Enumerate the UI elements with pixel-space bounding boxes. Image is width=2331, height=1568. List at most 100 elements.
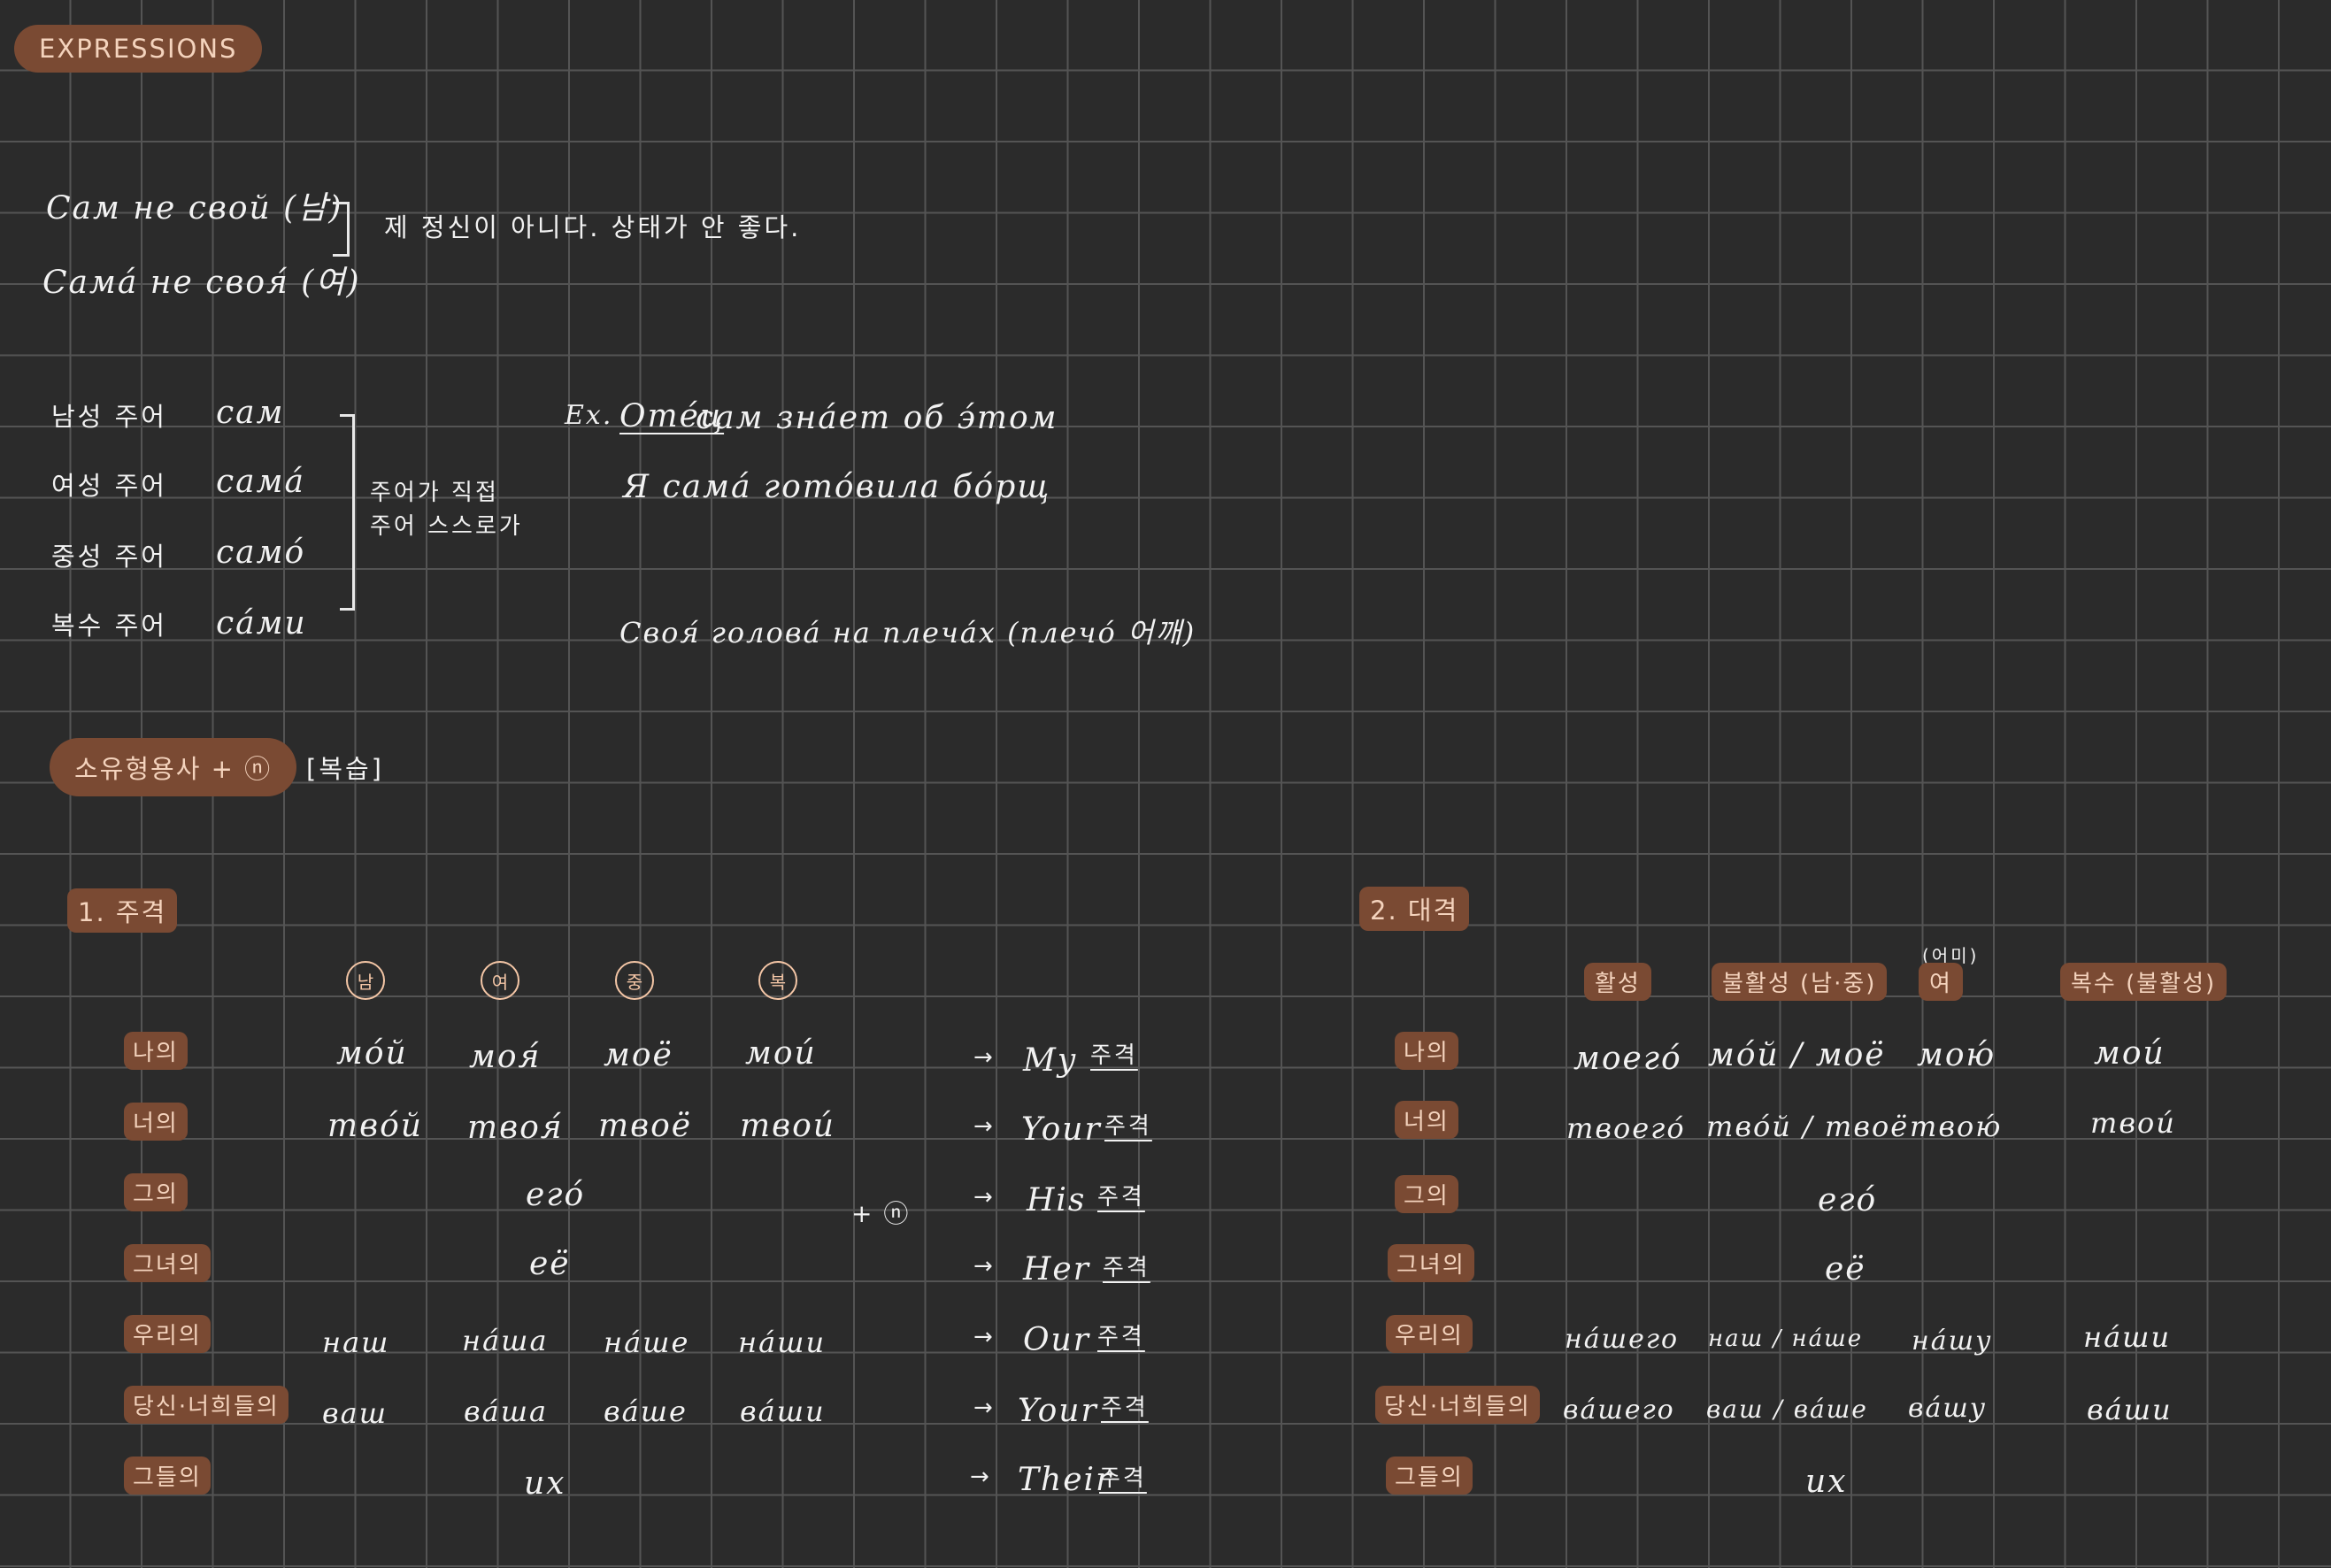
english-gloss: His [1027,1182,1087,1218]
english-gloss: Our [1023,1322,1090,1358]
form-cell: твою́ [1910,1110,2003,1143]
sam-bracket [340,414,355,611]
plus-noun: + ⓝ [851,1199,911,1228]
example-prefix: Ex. [565,400,613,431]
sam-form: сама́ [216,464,305,500]
form-cell: ва́ши [2087,1393,2173,1426]
row-label: 그녀의 [124,1244,211,1282]
example-1: сам зна́ет об э́том [696,400,1058,436]
sam-label: 복수 주어 [51,611,167,641]
sam-form: са́ми [216,605,307,642]
case-word: 주격 [1101,1395,1149,1421]
arrow-icon: → [973,1184,995,1211]
form-cell: на́ше [604,1326,690,1359]
expressions-badge: EXPRESSIONS [14,25,263,73]
form-cell: наш [322,1326,390,1359]
case-word: 주격 [1097,1184,1145,1211]
form-cell: на́шего [1565,1324,1680,1355]
form-cell: наш / на́ше [1708,1326,1864,1352]
gender-header-neut: 중 [615,961,654,1000]
row-label: 당신·너희들의 [124,1386,288,1424]
arrow-icon: → [973,1253,995,1280]
row-label: 그들의 [124,1457,211,1495]
row-label: 그녀의 [1388,1244,1474,1282]
expression-meaning: 제 정신이 아니다. 상태가 안 좋다. [384,212,802,242]
nominative-title: 1. 주격 [67,888,178,933]
accusative-title: 2. 대격 [1359,887,1470,931]
sam-label: 남성 주어 [51,402,167,432]
form-cell: мо́й [336,1035,408,1072]
form-cell: ва́ши [740,1395,826,1428]
form-cell: на́ша [462,1324,549,1357]
expression-masc: Сам не свой (남) [46,190,343,227]
form-cell: тво́й [327,1108,423,1144]
form-cell: моего́ [1573,1041,1682,1077]
form-cell: их [524,1465,566,1502]
form-cell: её [529,1246,571,1282]
arrow-icon: → [973,1113,995,1140]
form-cell: моя́ [469,1039,542,1075]
case-word: 주격 [1090,1042,1138,1069]
case-word: 주격 [1097,1324,1145,1350]
sam-form: само́ [216,534,306,571]
form-cell: её [1825,1251,1866,1287]
example-2: Я сама́ гото́вила бо́рщ [623,469,1051,505]
row-label: 우리의 [1386,1315,1473,1353]
case-word: 주격 [1103,1255,1150,1281]
form-cell: ваш / ва́ше [1706,1395,1868,1424]
row-label: 나의 [124,1032,188,1070]
form-cell: тво́й / твоё [1706,1110,1910,1143]
form-cell: ва́ша [464,1395,549,1428]
form-cell: на́ши [2083,1320,2172,1354]
form-cell: твоя́ [467,1110,564,1146]
form-cell: мои́ [2094,1035,2166,1072]
row-label: 너의 [1395,1101,1458,1139]
form-cell: твоё [598,1108,693,1144]
form-cell: на́шу [1912,1326,1993,1357]
english-gloss: Your [1021,1111,1102,1148]
row-label: 당신·너희들의 [1375,1386,1540,1424]
row-label: 너의 [124,1103,188,1141]
row-label: 나의 [1395,1032,1458,1070]
form-cell: его́ [1818,1182,1878,1218]
acc-col-header: 활성 [1584,963,1651,1001]
form-cell: его́ [526,1177,586,1213]
sam-form: сам [216,395,285,431]
sam-label: 중성 주어 [51,542,167,572]
acc-col-header: 불활성 (남·중) [1712,963,1888,1001]
row-label: 그들의 [1386,1457,1473,1495]
expression-bracket [333,202,350,257]
arrow-icon: → [970,1464,991,1490]
form-cell: их [1805,1464,1848,1500]
form-cell: твои́ [2090,1106,2176,1140]
form-cell: ва́ше [604,1395,688,1428]
english-gloss: Your [1018,1393,1098,1429]
expression-fem: Сама́ не своя́ (여) [42,265,361,301]
acc-col-header: 복수 (불활성) [2060,963,2227,1001]
arrow-icon: → [973,1324,995,1350]
arrow-icon: → [973,1395,995,1421]
form-cell: мою́ [1917,1037,1996,1073]
sam-note-1: 주어가 직접 [370,480,499,506]
possessive-badge: 소유형용사 + ⓝ [50,738,297,796]
arrow-icon: → [973,1044,995,1071]
gender-header-masc: 남 [346,961,385,1000]
gender-header-plural: 복 [758,961,797,1000]
english-gloss: My [1023,1042,1078,1079]
gender-header-fem: 여 [481,961,519,1000]
row-label: 우리의 [124,1315,211,1353]
acc-col-header: 여 [1919,963,1963,1001]
row-label: 그의 [1395,1175,1458,1213]
sam-label: 여성 주어 [51,471,167,501]
review-label: [복습] [306,754,384,784]
form-cell: твои́ [740,1108,835,1144]
form-cell: моё [604,1037,673,1073]
form-cell: твоего́ [1566,1111,1686,1145]
form-cell: на́ши [738,1326,827,1359]
english-gloss: Her [1023,1251,1090,1287]
form-cell: ва́шего [1563,1395,1675,1426]
form-cell: ваш [322,1396,388,1430]
form-cell: ва́шу [1908,1393,1988,1424]
sam-note-2: 주어 스스로가 [370,513,523,540]
case-word: 주격 [1099,1465,1147,1492]
